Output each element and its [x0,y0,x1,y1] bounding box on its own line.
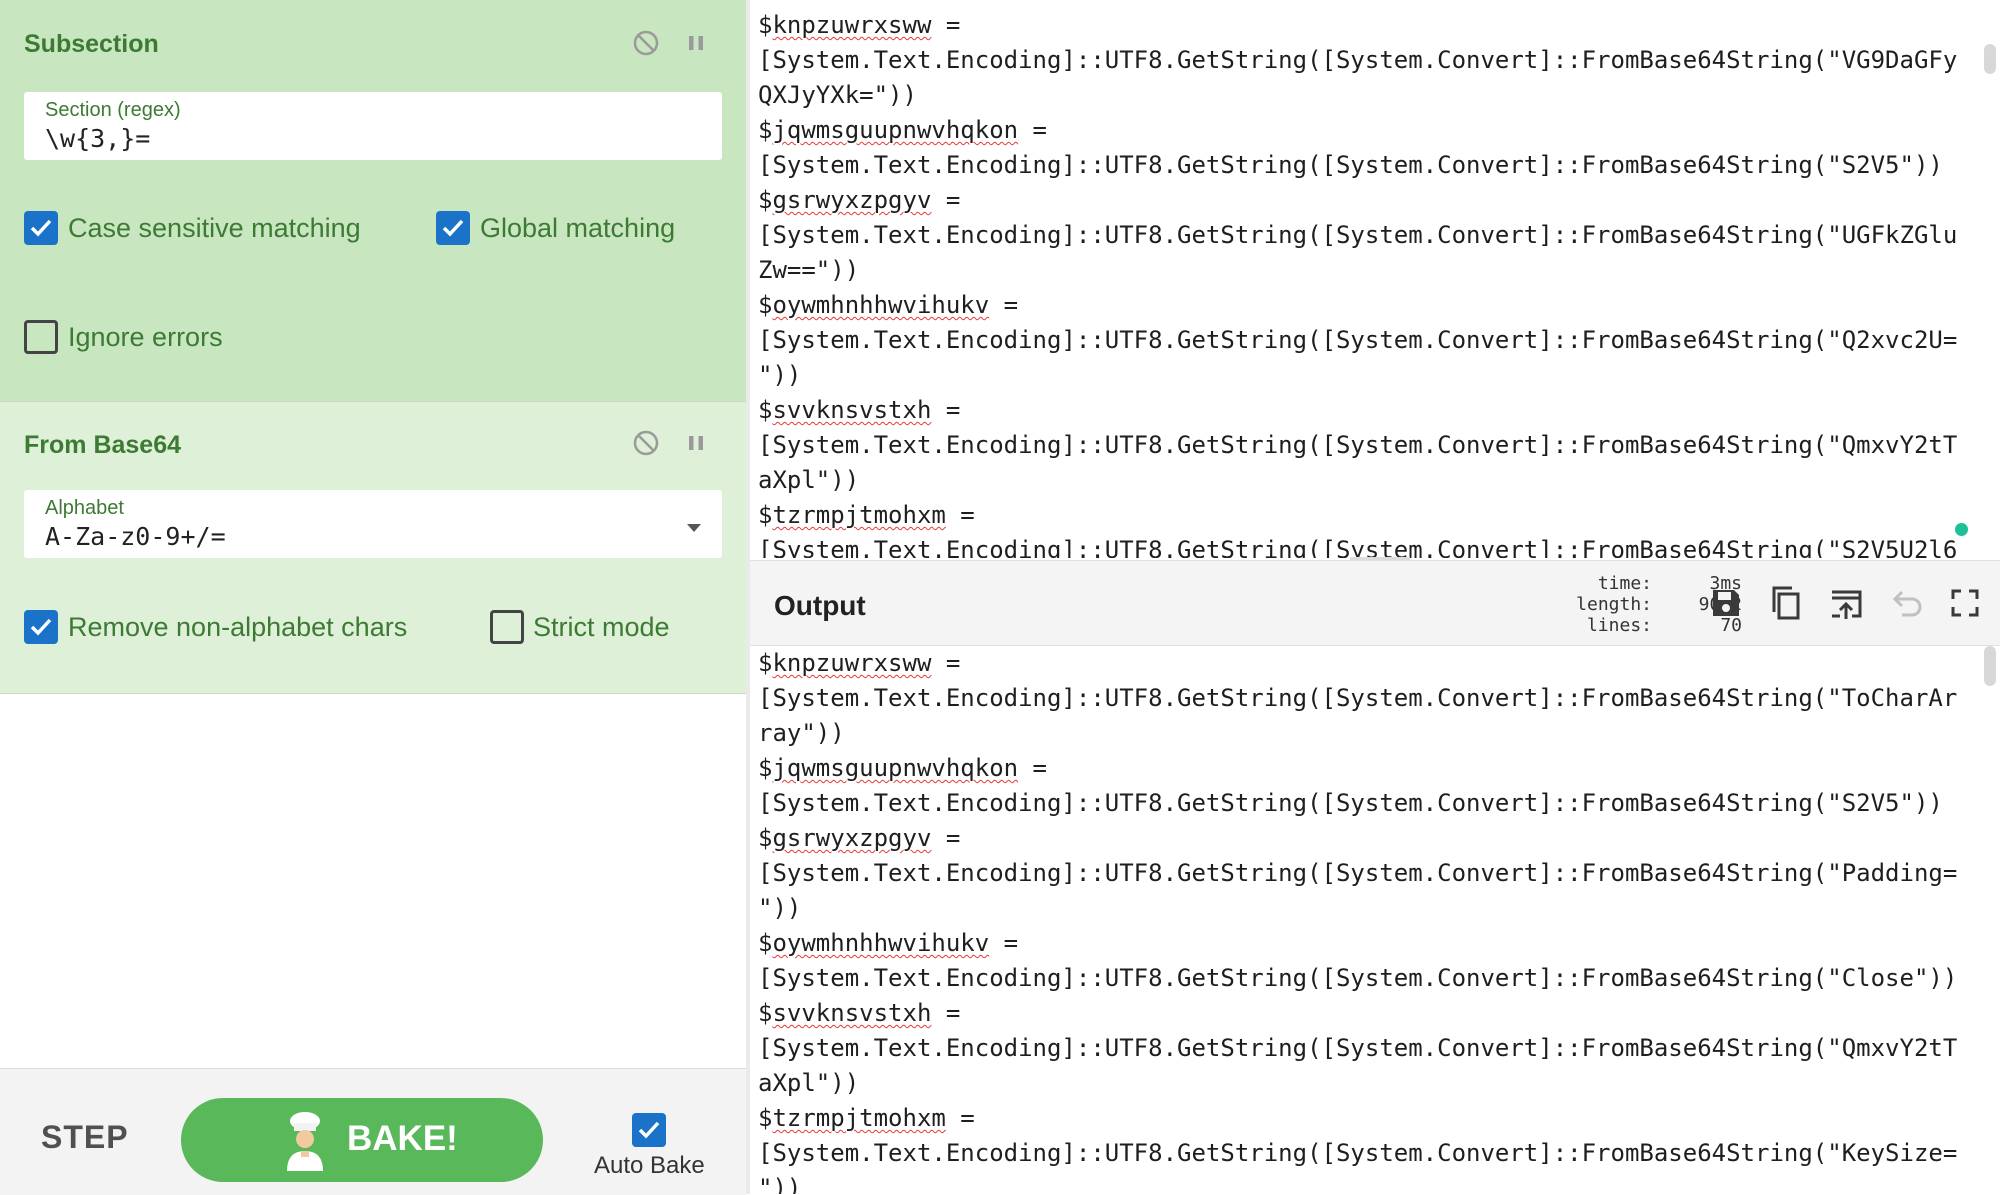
bake-label: BAKE! [347,1119,458,1158]
output-title: Output [774,590,866,621]
auto-bake-checkbox[interactable] [632,1113,666,1147]
code-line: $tzrmpjtmohxm = [758,1104,975,1132]
input-textarea[interactable]: $knpzuwrxsww =[System.Text.Encoding]::UT… [750,0,2000,558]
code-line: ")) [758,1174,802,1194]
code-line: ")) [758,894,802,922]
output-text[interactable]: $knpzuwrxsww =[System.Text.Encoding]::UT… [758,646,1957,1194]
case-sensitive-checkbox[interactable] [24,211,58,245]
pause-icon[interactable] [679,426,713,460]
code-line: $jqwmsguupnwvhqkon = [758,754,1047,782]
code-line: [System.Text.Encoding]::UTF8.GetString([… [758,431,1958,459]
strict-mode-checkbox[interactable] [490,610,524,644]
disable-icon[interactable] [629,26,663,60]
bake-button[interactable]: BAKE! [181,1098,543,1182]
code-line: $tzrmpjtmohxm = [758,501,975,529]
code-line: $oywmhnhhwvihukv = [758,929,1019,957]
code-line: [System.Text.Encoding]::UTF8.GetString([… [758,536,1958,558]
undo-icon[interactable] [1886,583,1926,623]
code-line: [System.Text.Encoding]::UTF8.GetString([… [758,1139,1958,1167]
section-regex-input[interactable]: \w{3,}= [45,124,150,153]
code-line: [System.Text.Encoding]::UTF8.GetString([… [758,684,1958,712]
code-line: [System.Text.Encoding]::UTF8.GetString([… [758,1034,1958,1062]
chevron-down-icon[interactable] [686,520,702,538]
code-line: $jqwmsguupnwvhqkon = [758,116,1047,144]
remove-non-alphabet-label: Remove non-alphabet chars [68,612,408,642]
recipe-controls: STEP BAKE! Auto Bake [0,1068,746,1195]
output-textarea[interactable]: $knpzuwrxsww =[System.Text.Encoding]::UT… [750,646,2000,1194]
code-line: [System.Text.Encoding]::UTF8.GetString([… [758,151,1943,179]
operation-title: Subsection [24,30,159,58]
auto-bake-label: Auto Bake [594,1152,705,1179]
save-icon[interactable] [1706,583,1746,623]
alphabet-select[interactable]: Alphabet A-Za-z0-9+/= [24,490,722,558]
code-line: $oywmhnhhwvihukv = [758,291,1019,319]
field-label: Alphabet [45,497,124,519]
code-line: aXpl")) [758,1069,860,1097]
code-line: [System.Text.Encoding]::UTF8.GetString([… [758,964,1958,992]
code-line: [System.Text.Encoding]::UTF8.GetString([… [758,46,1958,74]
step-button[interactable]: STEP [41,1119,129,1156]
maximise-icon[interactable] [1945,583,1985,623]
ignore-errors-label: Ignore errors [68,322,223,352]
code-line: [System.Text.Encoding]::UTF8.GetString([… [758,221,1958,249]
input-text[interactable]: $knpzuwrxsww =[System.Text.Encoding]::UT… [758,8,1957,558]
code-line: Zw==")) [758,256,860,284]
operation-title: From Base64 [24,431,182,459]
ignore-errors-checkbox[interactable] [24,320,58,354]
global-matching-checkbox[interactable] [436,211,470,245]
chef-icon [279,1111,331,1171]
alphabet-value: A-Za-z0-9+/= [45,522,226,551]
section-regex-field[interactable]: Section (regex) \w{3,}= [24,92,722,160]
output-header: Output time:3ms length:9002 lines:70 [750,560,2000,646]
code-line: $knpzuwrxsww = [758,649,961,677]
code-line: $gsrwyxzpgyv = [758,186,961,214]
code-line: $svvknsvstxh = [758,999,961,1027]
replace-input-icon[interactable] [1826,583,1866,623]
code-line: ")) [758,361,802,389]
output-scrollbar[interactable] [1984,646,1996,686]
pause-icon[interactable] [679,26,713,60]
code-line: ray")) [758,719,845,747]
disable-icon[interactable] [629,426,663,460]
global-matching-label: Global matching [480,213,676,243]
remove-non-alphabet-checkbox[interactable] [24,610,58,644]
recipe-panel: Subsection Section (regex) \w{3,}= Case … [0,0,746,1195]
code-line: QXJyYXk=")) [758,81,917,109]
operation-subsection: Subsection Section (regex) \w{3,}= Case … [0,0,746,402]
copy-icon[interactable] [1766,583,1806,623]
field-label: Section (regex) [45,99,181,121]
code-line: $svvknsvstxh = [758,396,961,424]
code-line: aXpl")) [758,466,860,494]
operation-from-base64: From Base64 Alphabet A-Za-z0-9+/= Remove… [0,402,746,694]
strict-mode-label: Strict mode [533,612,670,642]
case-sensitive-label: Case sensitive matching [68,213,361,243]
code-line: [System.Text.Encoding]::UTF8.GetString([… [758,326,1958,354]
code-line: $knpzuwrxsww = [758,11,961,39]
code-line: $gsrwyxzpgyv = [758,824,961,852]
code-line: [System.Text.Encoding]::UTF8.GetString([… [758,789,1943,817]
status-indicator [1955,523,1968,536]
input-scrollbar[interactable] [1984,44,1996,74]
code-line: [System.Text.Encoding]::UTF8.GetString([… [758,859,1958,887]
